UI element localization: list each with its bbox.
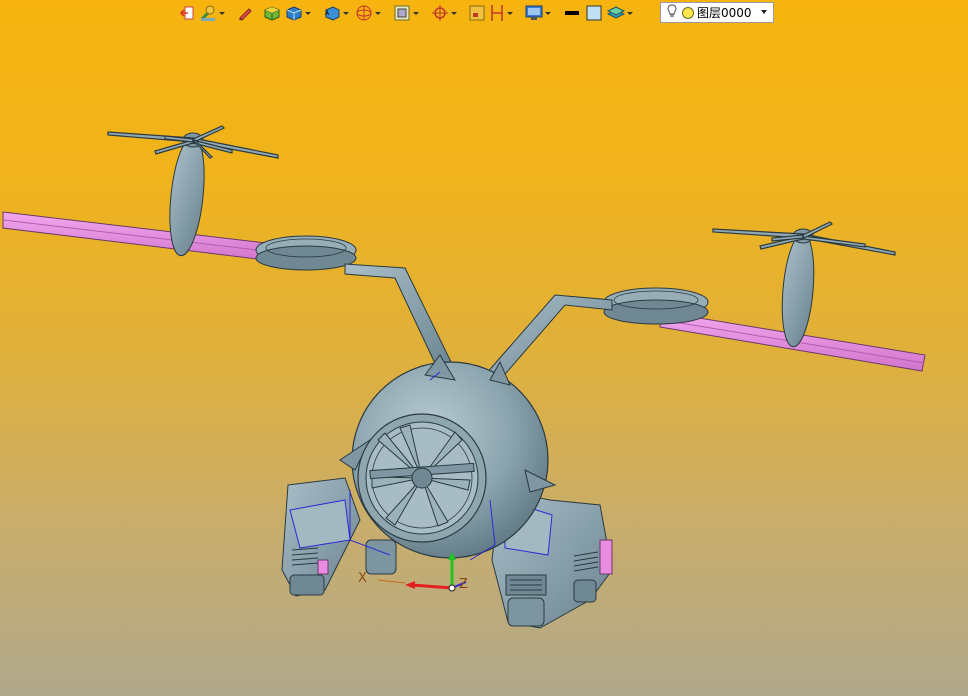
shaded-box-button[interactable] <box>262 2 282 24</box>
snap-target-button[interactable] <box>430 2 460 24</box>
snap-target-icon <box>431 4 449 22</box>
paint-brush-icon <box>199 4 217 22</box>
display-settings-icon <box>525 5 543 21</box>
measure-button[interactable] <box>488 2 516 24</box>
layer-stack-button[interactable] <box>606 2 636 24</box>
solid-box-button[interactable] <box>284 2 314 24</box>
layer-stack-icon <box>607 5 625 21</box>
wireframe-sphere-button[interactable] <box>354 2 384 24</box>
layer-color-swatch[interactable] <box>682 6 694 19</box>
axis-z-label: Z <box>459 577 468 592</box>
render-frame-button[interactable] <box>392 2 422 24</box>
display-settings-dropdown-icon[interactable] <box>545 11 551 15</box>
chevron-down-icon[interactable] <box>761 10 767 14</box>
axis-x-label: X <box>358 571 367 586</box>
wireframe-sphere-dropdown-icon[interactable] <box>375 11 381 15</box>
snap-target-dropdown-icon[interactable] <box>451 11 457 15</box>
fill-color-button[interactable] <box>584 2 604 24</box>
exit-button[interactable] <box>178 2 196 24</box>
flying-car-model[interactable] <box>0 0 968 696</box>
3d-viewport[interactable]: X Z A 图层0000 <box>0 0 968 696</box>
section-button[interactable] <box>468 2 486 24</box>
exit-icon <box>179 5 195 21</box>
view-orientation-icon: A <box>323 5 341 21</box>
right-ring-fan <box>603 287 709 325</box>
view-toolbar: A <box>178 1 636 25</box>
render-frame-icon <box>393 4 411 22</box>
fill-color-icon <box>585 4 603 22</box>
line-color-icon <box>563 5 581 21</box>
paint-brush-dropdown-icon[interactable] <box>219 11 225 15</box>
bulb-icon[interactable] <box>667 4 677 21</box>
solid-box-dropdown-icon[interactable] <box>305 11 311 15</box>
measure-icon <box>489 4 505 22</box>
display-settings-button[interactable] <box>524 2 554 24</box>
line-color-button[interactable] <box>562 2 582 24</box>
measure-dropdown-icon[interactable] <box>507 11 513 15</box>
view-orientation-button[interactable]: A <box>322 2 352 24</box>
shaded-box-icon <box>263 5 281 21</box>
left-ring-fan <box>255 235 357 271</box>
wireframe-sphere-icon <box>355 4 373 22</box>
layer-select[interactable]: 图层0000 <box>660 2 774 23</box>
render-frame-dropdown-icon[interactable] <box>413 11 419 15</box>
left-wing-arm <box>2 211 283 263</box>
paint-brush-button[interactable] <box>198 2 228 24</box>
right-strut <box>484 294 613 381</box>
solid-box-icon <box>285 5 303 21</box>
layer-name: 图层0000 <box>697 6 752 20</box>
section-icon <box>469 5 485 21</box>
pencil-icon <box>237 5 253 21</box>
pencil-button[interactable] <box>236 2 254 24</box>
layer-stack-dropdown-icon[interactable] <box>627 11 633 15</box>
view-orientation-dropdown-icon[interactable] <box>343 11 349 15</box>
right-rotor-nacelle <box>781 228 815 348</box>
